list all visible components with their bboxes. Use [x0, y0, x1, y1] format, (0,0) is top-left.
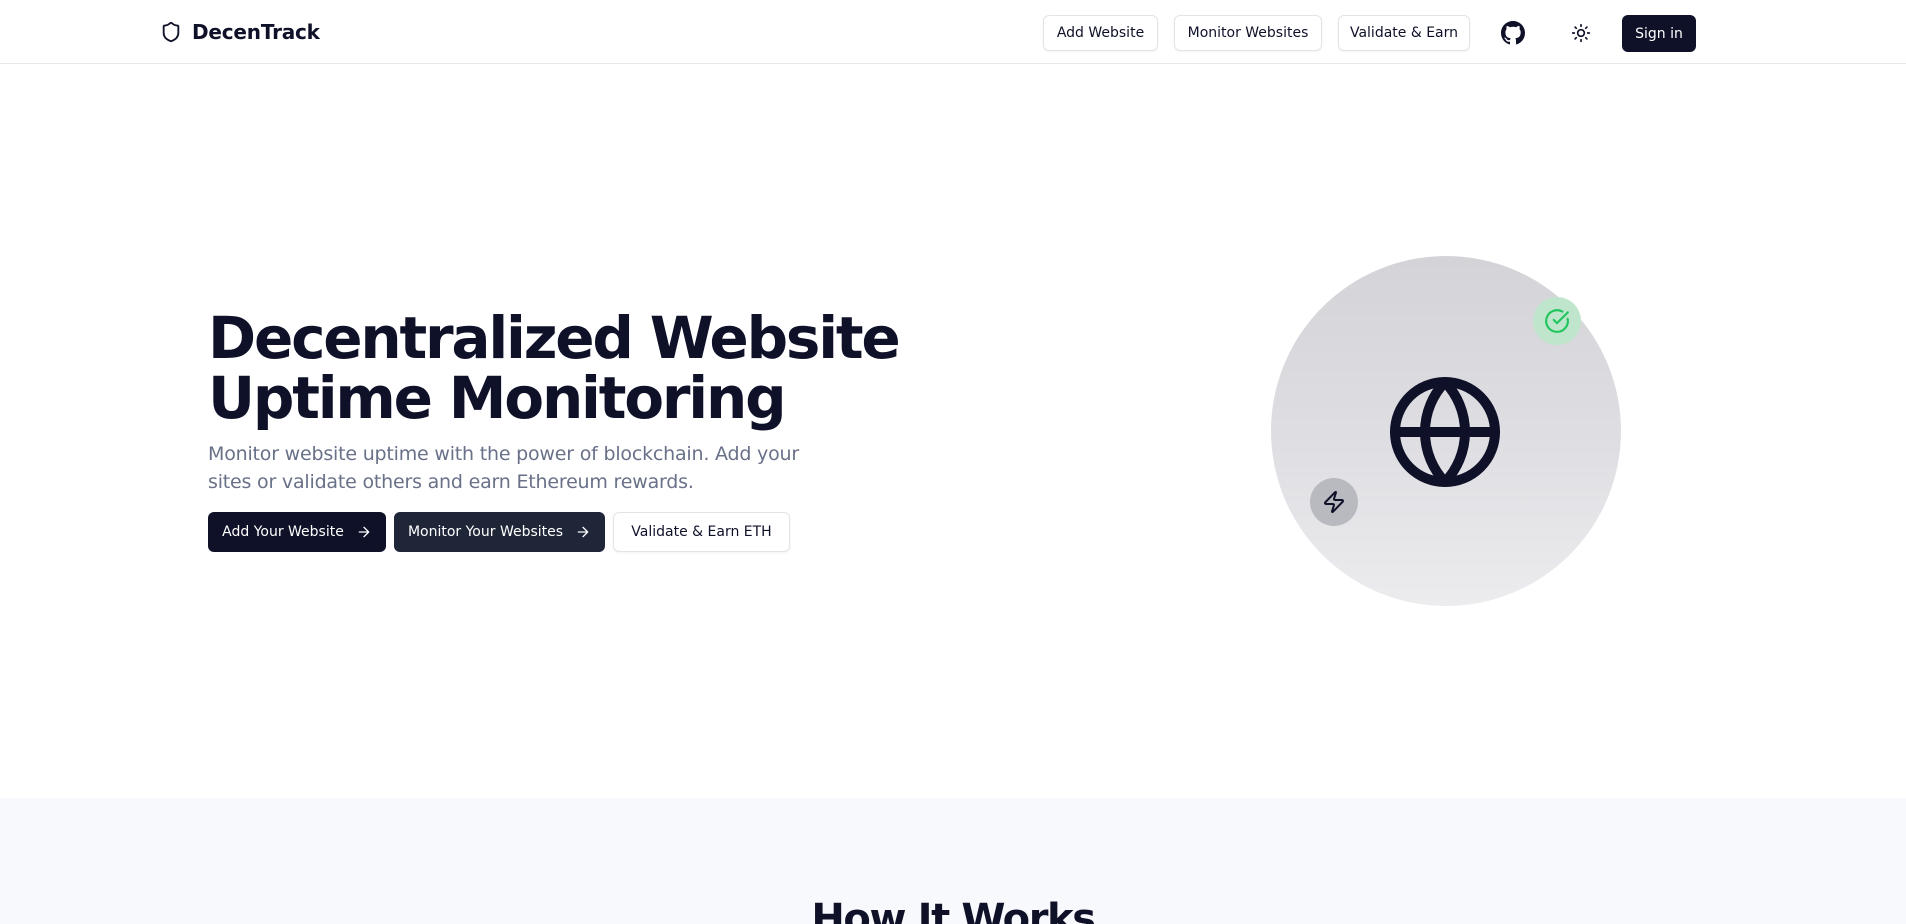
- zap-icon: [1324, 491, 1344, 513]
- brand-logo[interactable]: DecenTrack: [160, 18, 320, 46]
- add-your-website-label: Add Your Website: [222, 524, 344, 540]
- how-it-works-title: How It Works: [811, 896, 1096, 924]
- monitor-your-websites-button[interactable]: Monitor Your Websites: [394, 512, 605, 552]
- github-icon: [1501, 21, 1525, 45]
- speed-badge: [1310, 478, 1358, 526]
- nav-add-website-button[interactable]: Add Website: [1043, 15, 1158, 51]
- arrow-right-icon: [577, 526, 589, 538]
- sun-icon: [1571, 23, 1591, 43]
- globe-icon: [1390, 377, 1500, 487]
- uptime-check-badge: [1533, 297, 1581, 345]
- monitor-your-websites-label: Monitor Your Websites: [407, 524, 564, 540]
- nav-monitor-websites-button[interactable]: Monitor Websites: [1174, 15, 1322, 51]
- hero-subtitle: Monitor website uptime with the power of…: [208, 443, 799, 493]
- nav-validate-earn-button[interactable]: Validate & Earn: [1338, 15, 1470, 51]
- validate-earn-eth-label: Validate & Earn ETH: [631, 524, 772, 540]
- hero-title: Decentralized Website Uptime Monitoring: [208, 304, 901, 432]
- arrow-right-icon: [358, 526, 370, 538]
- brand-name: DecenTrack: [192, 20, 320, 44]
- top-navbar: DecenTrack Add Website Monitor Websites …: [0, 0, 1906, 64]
- github-button[interactable]: [1493, 15, 1533, 51]
- check-circle-icon: [1545, 309, 1569, 333]
- add-your-website-button[interactable]: Add Your Website: [208, 512, 386, 552]
- validate-earn-eth-button[interactable]: Validate & Earn ETH: [613, 512, 790, 552]
- sign-in-button[interactable]: Sign in: [1622, 15, 1696, 52]
- shield-icon: [162, 21, 180, 43]
- theme-toggle-button[interactable]: [1561, 15, 1601, 51]
